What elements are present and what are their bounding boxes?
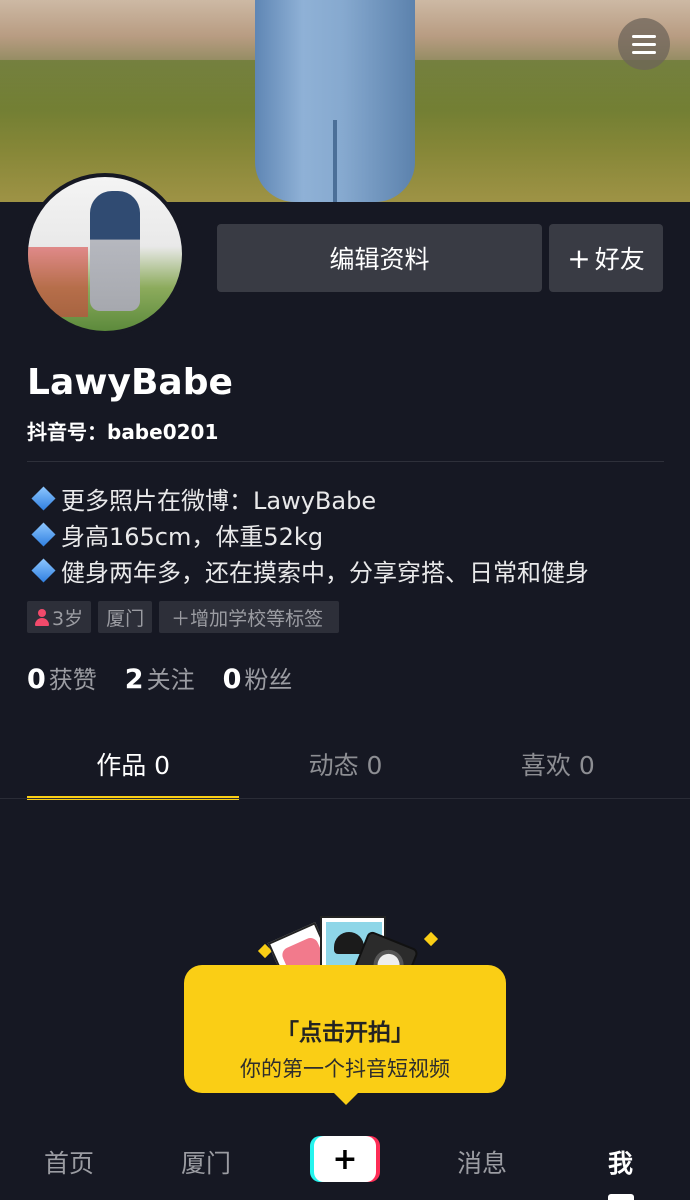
nav-me[interactable]: 我 xyxy=(608,1144,633,1180)
divider xyxy=(27,461,664,462)
edit-profile-button[interactable]: 编辑资料 xyxy=(217,224,542,292)
tab-works[interactable]: 作品 0 xyxy=(27,740,240,800)
bio: 更多照片在微博：LawyBabe 身高165cm，体重52kg 健身两年多，还在… xyxy=(27,480,667,588)
stat-number: 0 xyxy=(27,664,46,695)
nav-messages[interactable]: 消息 xyxy=(457,1144,507,1180)
nav-city[interactable]: 厦门 xyxy=(181,1144,231,1180)
tab-likes[interactable]: 喜欢 0 xyxy=(452,740,664,798)
prompt-title: 「点击开拍」 xyxy=(276,1020,414,1046)
bio-text: 更多照片在微博：LawyBabe xyxy=(61,486,377,515)
avatar-figure xyxy=(90,191,140,311)
stat-followers[interactable]: 0 粉丝 xyxy=(223,660,293,695)
tabs-divider xyxy=(0,798,690,799)
stat-number: 0 xyxy=(222,664,242,695)
tab-moments[interactable]: 动态 0 xyxy=(239,740,451,798)
stat-label: 粉丝 xyxy=(244,666,293,694)
start-shooting-prompt[interactable]: 「点击开拍」 你的第一个抖音短视频 xyxy=(184,965,506,1105)
age-tag-label: 3岁 xyxy=(52,607,84,630)
person-icon xyxy=(35,608,49,626)
sparkle-icon xyxy=(423,931,439,947)
nav-active-indicator xyxy=(608,1194,634,1200)
bio-text: 身高165cm，体重52kg xyxy=(61,522,324,551)
stat-label: 获赞 xyxy=(48,666,97,694)
add-friend-label: 好友 xyxy=(594,245,645,274)
prompt-subtitle: 你的第一个抖音短视频 xyxy=(240,1057,450,1081)
blue-diamond-icon xyxy=(30,485,56,511)
cover-photo[interactable] xyxy=(0,0,690,202)
hamburger-menu-icon[interactable] xyxy=(618,18,670,70)
stats: 0 获赞 2 关注 0 粉丝 xyxy=(27,660,320,695)
bottom-nav: 首页 厦门 + 消息 我 xyxy=(0,1120,690,1200)
bio-line: 身高165cm，体重52kg xyxy=(27,516,667,552)
avatar[interactable] xyxy=(24,173,186,335)
city-tag-label: 厦门 xyxy=(106,607,145,630)
add-friend-button[interactable]: + 好友 xyxy=(549,224,663,292)
douyin-id: 抖音号：babe0201 xyxy=(27,420,219,444)
bio-text: 健身两年多，还在摸索中，分享穿搭、日常和健身 xyxy=(61,558,589,587)
nav-home[interactable]: 首页 xyxy=(44,1144,94,1180)
bio-line: 健身两年多，还在摸索中，分享穿搭、日常和健身 xyxy=(27,552,667,588)
blue-diamond-icon xyxy=(30,557,56,583)
stat-likes[interactable]: 0 获赞 xyxy=(27,660,97,695)
avatar-bg-detail xyxy=(28,247,88,317)
bio-line: 更多照片在微博：LawyBabe xyxy=(27,480,667,516)
plus-icon: + xyxy=(314,1136,376,1182)
stat-label: 关注 xyxy=(146,666,195,694)
add-tag-label: ＋增加学校等标签 xyxy=(171,607,324,630)
city-tag: 厦门 xyxy=(98,601,153,633)
plus-icon: + xyxy=(567,241,591,275)
stat-number: 2 xyxy=(124,664,144,695)
content-tabs: 作品 0 动态 0 喜欢 0 xyxy=(27,740,664,800)
age-tag: 3岁 xyxy=(27,601,92,633)
username: LawyBabe xyxy=(27,362,233,403)
cover-figure-detail xyxy=(333,120,337,202)
stat-following[interactable]: 2 关注 xyxy=(125,660,195,695)
add-tag-button[interactable]: ＋增加学校等标签 xyxy=(159,601,340,633)
create-video-button[interactable]: + xyxy=(310,1136,380,1182)
profile-tags: 3岁 厦门 ＋增加学校等标签 xyxy=(27,601,340,633)
avatar-image xyxy=(28,177,182,331)
edit-profile-label: 编辑资料 xyxy=(329,245,430,274)
blue-diamond-icon xyxy=(30,521,56,547)
